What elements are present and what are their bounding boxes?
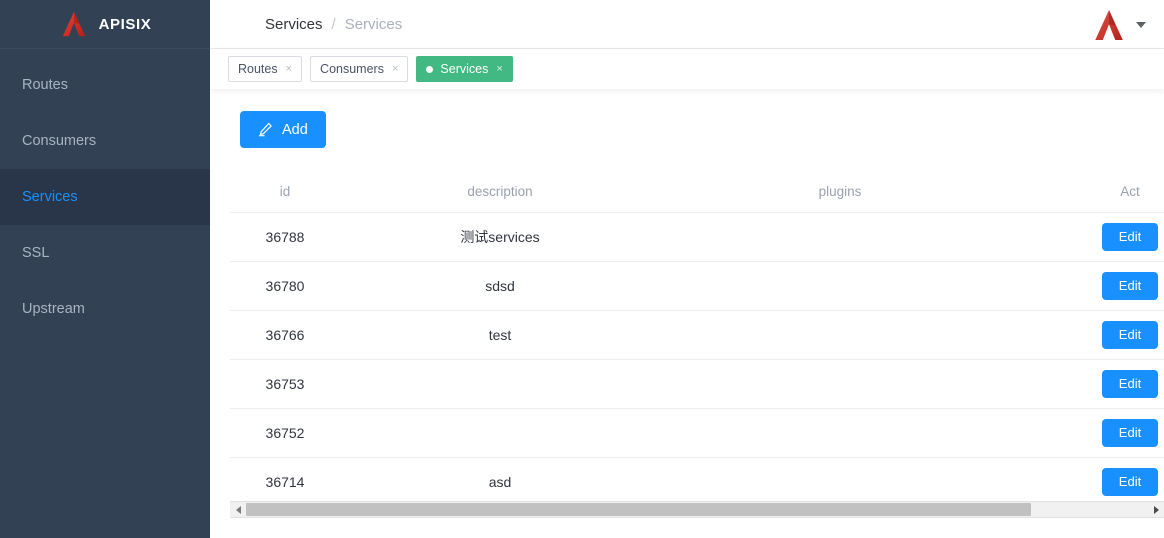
table-row[interactable]: 36714 asd Edit	[230, 457, 1164, 507]
table-row[interactable]: 36780 sdsd Edit	[230, 261, 1164, 311]
horizontal-scrollbar[interactable]	[230, 501, 1164, 518]
cell-action: Edit	[1020, 359, 1164, 409]
breadcrumb-separator: /	[331, 15, 336, 33]
scrollbar-thumb[interactable]	[246, 503, 1031, 516]
cell-plugins	[660, 408, 1020, 458]
sidebar-item-services[interactable]: Services	[0, 169, 210, 225]
cell-plugins	[660, 212, 1020, 262]
cell-description: 测试services	[340, 212, 660, 262]
tab-close-icon[interactable]: ×	[496, 63, 502, 75]
breadcrumb-link[interactable]: Services	[345, 16, 403, 33]
tab-services[interactable]: Services ×	[416, 56, 513, 82]
tab-consumers[interactable]: Consumers ×	[310, 56, 409, 82]
cell-action: Edit	[1020, 212, 1164, 262]
chevron-down-icon[interactable]	[1136, 21, 1146, 28]
table-row[interactable]: 36766 test Edit	[230, 310, 1164, 360]
column-header-plugins[interactable]: plugins	[660, 171, 1020, 213]
cell-id: 36766	[230, 310, 340, 360]
sidebar-nav: Routes Consumers Services SSL Upstream	[0, 49, 210, 337]
scroll-right-arrow-icon[interactable]	[1148, 502, 1164, 517]
tab-label: Routes	[238, 62, 278, 76]
cell-id: 36788	[230, 212, 340, 262]
edit-button[interactable]: Edit	[1102, 271, 1158, 300]
sidebar-item-label: Upstream	[22, 301, 85, 317]
sidebar: APISIX Routes Consumers Services SSL Ups…	[0, 0, 210, 538]
cell-action: Edit	[1020, 261, 1164, 311]
cell-id: 36752	[230, 408, 340, 458]
cell-plugins	[660, 310, 1020, 360]
table-body: 36788 测试services Edit 36780 sdsd Edit 36…	[230, 212, 1164, 507]
tab-active-dot-icon	[426, 65, 434, 73]
sidebar-item-label: SSL	[22, 245, 50, 261]
breadcrumb-current: Services	[265, 15, 323, 33]
table-row[interactable]: 36788 测试services Edit	[230, 212, 1164, 262]
edit-button[interactable]: Edit	[1102, 418, 1158, 447]
edit-button[interactable]: Edit	[1102, 467, 1158, 496]
apisix-avatar-icon	[1095, 9, 1123, 40]
scroll-left-arrow-icon[interactable]	[230, 502, 246, 517]
pencil-icon	[258, 122, 272, 137]
sidebar-item-upstream[interactable]: Upstream	[0, 281, 210, 337]
tab-bar: Routes × Consumers × Services ×	[210, 49, 1164, 89]
cell-description: sdsd	[340, 261, 660, 311]
add-button[interactable]: Add	[240, 111, 326, 148]
add-button-label: Add	[282, 121, 308, 138]
cell-action: Edit	[1020, 408, 1164, 458]
cell-description: asd	[340, 457, 660, 507]
breadcrumb: Services / Services	[265, 16, 402, 33]
table-toolbar: Add	[230, 89, 1164, 148]
tab-routes[interactable]: Routes ×	[228, 56, 303, 82]
top-header: Services / Services	[210, 0, 1164, 49]
cell-plugins	[660, 359, 1020, 409]
sidebar-logo-label: APISIX	[98, 15, 152, 33]
edit-button[interactable]: Edit	[1102, 222, 1158, 251]
sidebar-item-routes[interactable]: Routes	[0, 57, 210, 113]
tab-label: Services	[440, 62, 489, 76]
column-header-action[interactable]: Act	[1020, 171, 1164, 213]
cell-action: Edit	[1020, 457, 1164, 507]
edit-button[interactable]: Edit	[1102, 369, 1158, 398]
cell-id: 36753	[230, 359, 340, 409]
user-menu[interactable]	[1089, 0, 1146, 49]
sidebar-item-label: Routes	[22, 77, 68, 93]
sidebar-item-ssl[interactable]: SSL	[0, 225, 210, 281]
cell-action: Edit	[1020, 310, 1164, 360]
table-row[interactable]: 36753 Edit	[230, 359, 1164, 409]
tab-close-icon[interactable]: ×	[392, 63, 398, 75]
tab-close-icon[interactable]: ×	[286, 63, 292, 75]
edit-button[interactable]: Edit	[1102, 320, 1158, 349]
column-header-description[interactable]: description	[340, 171, 660, 213]
tab-label: Consumers	[320, 62, 384, 76]
app-root: APISIX Routes Consumers Services SSL Ups…	[0, 0, 1164, 538]
table-head: id description plugins Act	[230, 171, 1164, 213]
cell-id: 36780	[230, 261, 340, 311]
column-header-id[interactable]: id	[230, 171, 340, 213]
cell-description	[340, 359, 660, 409]
table-header-row: id description plugins Act	[230, 171, 1164, 213]
sidebar-item-label: Consumers	[22, 133, 97, 149]
content-area: Add id description plugins Act 36788 测试s…	[210, 89, 1164, 538]
table-row[interactable]: 36752 Edit	[230, 408, 1164, 458]
services-table-wrapper: id description plugins Act 36788 测试servi…	[230, 171, 1164, 507]
cell-plugins	[660, 457, 1020, 507]
cell-description: test	[340, 310, 660, 360]
services-table: id description plugins Act 36788 测试servi…	[230, 171, 1164, 507]
sidebar-item-label: Services	[22, 189, 78, 205]
scrollbar-track[interactable]	[246, 502, 1148, 517]
cell-description	[340, 408, 660, 458]
main-area: Services / Services Routes × Consumers ×…	[210, 0, 1164, 538]
apisix-logo-icon	[62, 11, 85, 37]
sidebar-item-consumers[interactable]: Consumers	[0, 113, 210, 169]
cell-plugins	[660, 261, 1020, 311]
sidebar-logo[interactable]: APISIX	[0, 0, 210, 49]
cell-id: 36714	[230, 457, 340, 507]
